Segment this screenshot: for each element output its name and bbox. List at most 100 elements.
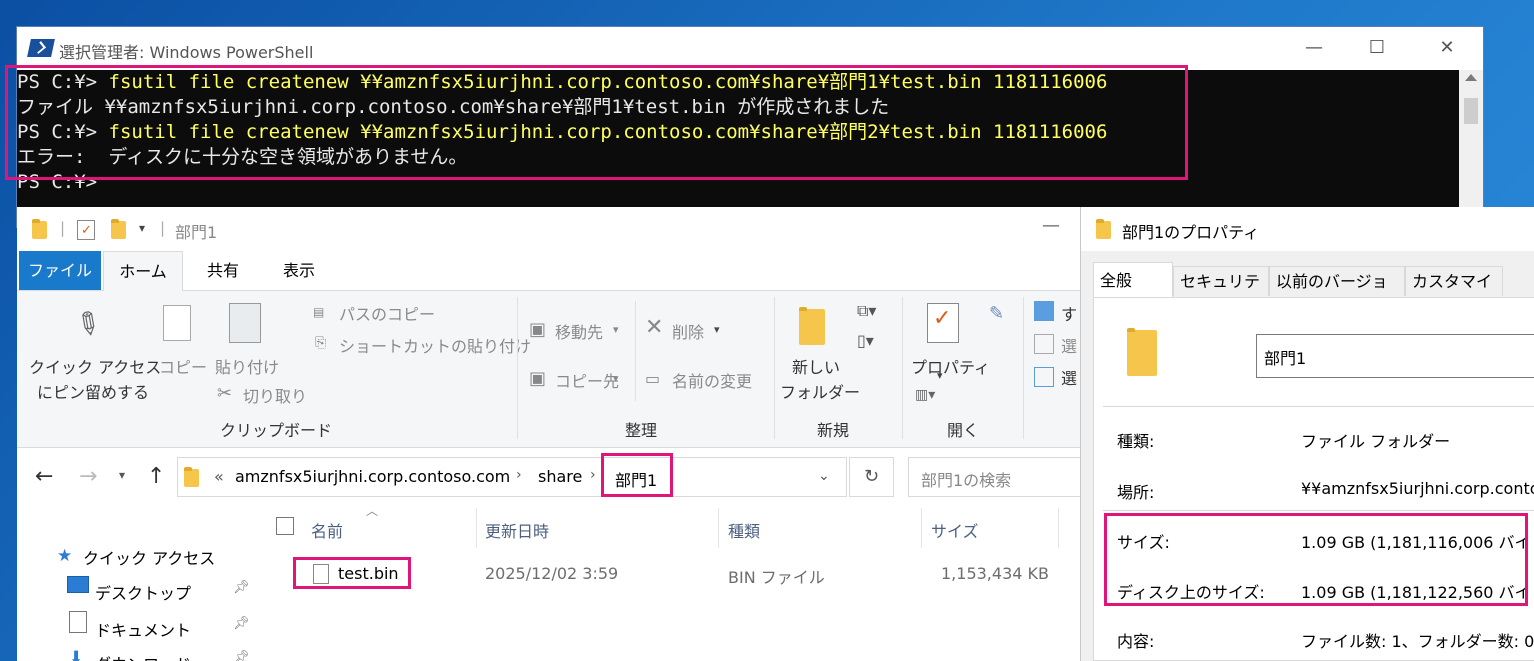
- file-size: 1,153,434 KB: [941, 564, 1049, 583]
- back-arrow-icon[interactable]: ←: [35, 464, 53, 489]
- new-folder-icon[interactable]: [111, 219, 126, 239]
- chevron-down-icon: ▾: [613, 323, 619, 336]
- address-bar[interactable]: « amznfsx5iurjhni.corp.contoso.com › sha…: [177, 457, 847, 497]
- tab-view[interactable]: 表示: [269, 251, 329, 290]
- properties-title: 部門1のプロパティ: [1122, 223, 1260, 242]
- breadcrumb-separator-icon[interactable]: ›: [590, 467, 596, 483]
- properties-dialog[interactable]: 部門1のプロパティ 全般 セキュリティ 以前のバージョン カスタマイズ 部門1 …: [1081, 207, 1534, 661]
- tab-customize[interactable]: カスタマイズ: [1405, 266, 1503, 321]
- cut-button[interactable]: 切り取り: [243, 383, 307, 407]
- folder-name-field[interactable]: 部門1: [1256, 334, 1534, 378]
- delete-button[interactable]: 削除: [672, 319, 704, 343]
- minimize-button[interactable]: —: [1299, 36, 1329, 60]
- search-box[interactable]: 部門1の検索: [908, 457, 1081, 497]
- tab-share[interactable]: 共有: [193, 251, 253, 290]
- maximize-button[interactable]: ☐: [1362, 36, 1392, 60]
- breadcrumb-separator-icon[interactable]: ›: [516, 467, 522, 483]
- invert-selection-button[interactable]: 選: [1061, 365, 1077, 389]
- select-all-icon: [1034, 301, 1054, 321]
- properties-titlebar[interactable]: 部門1のプロパティ: [1081, 207, 1534, 251]
- select-none-button[interactable]: 選: [1061, 333, 1077, 357]
- search-input[interactable]: 部門1の検索: [921, 467, 1011, 491]
- column-header-type[interactable]: 種類: [728, 518, 760, 542]
- column-separator[interactable]: [476, 508, 477, 548]
- refresh-button[interactable]: ↻: [849, 457, 894, 497]
- column-separator[interactable]: [1058, 508, 1059, 548]
- forward-arrow-icon[interactable]: →: [79, 464, 97, 489]
- properties-check-icon[interactable]: ✓: [77, 220, 95, 240]
- column-separator[interactable]: [921, 508, 922, 548]
- divider: [1103, 510, 1534, 511]
- ribbon-tabs[interactable]: ファイル ホーム 共有 表示: [17, 251, 1081, 292]
- column-header-name[interactable]: 名前: [311, 518, 343, 542]
- folder-large-icon: [1127, 328, 1157, 376]
- document-icon: [69, 611, 87, 633]
- quick-access-toolbar[interactable]: | ✓ ▾ | 部門1 —: [17, 207, 1081, 251]
- explorer-window[interactable]: | ✓ ▾ | 部門1 — ファイル ホーム 共有 表示 ✎ クイック アクセス…: [17, 207, 1081, 661]
- copy-path-button[interactable]: パスのコピー: [339, 301, 435, 325]
- address-dropdown-icon[interactable]: ⌄: [818, 468, 830, 484]
- breadcrumb-share[interactable]: share: [538, 467, 582, 486]
- star-icon: ★: [57, 546, 73, 566]
- column-header-modified[interactable]: 更新日時: [485, 518, 549, 542]
- powershell-console[interactable]: PS C:¥> fsutil file createnew ¥¥amznfsx5…: [17, 70, 1483, 227]
- powershell-icon: [27, 39, 55, 57]
- size-on-disk-label: ディスク上のサイズ:: [1117, 583, 1265, 602]
- qat-dropdown-icon[interactable]: ▾: [139, 221, 145, 235]
- chevron-down-icon: ▾: [613, 372, 619, 385]
- contains-value: ファイル数: 1、フォルダー数: 0: [1301, 632, 1534, 651]
- rename-button[interactable]: 名前の変更: [672, 368, 752, 392]
- organize-group-label: 整理: [625, 421, 658, 440]
- tab-security[interactable]: セキュリティ: [1173, 266, 1269, 321]
- overflow-chevron[interactable]: «: [214, 467, 224, 486]
- address-bar-row: ← → ▾ ↑ « amznfsx5iurjhni.corp.contoso.c…: [17, 448, 1081, 508]
- pin-icon: ✎: [67, 302, 108, 347]
- open-icon[interactable]: ▥▾: [915, 387, 935, 403]
- ribbon-home: ✎ クイック アクセス にピン留めする コピー 貼り付け ▤ パスのコピー ⎘ …: [17, 291, 1081, 448]
- copy-icon: [163, 305, 191, 341]
- powershell-title: 選択管理者: Windows PowerShell: [59, 43, 314, 62]
- edit-icon[interactable]: ✎: [989, 303, 1004, 324]
- group-separator: [774, 297, 775, 439]
- breadcrumb-current[interactable]: 部門1: [615, 467, 657, 491]
- breadcrumb-server[interactable]: amznfsx5iurjhni.corp.contoso.com: [235, 467, 510, 486]
- nav-label: ドキュメント: [95, 621, 192, 640]
- folder-name-value: 部門1: [1264, 349, 1307, 368]
- column-header-size[interactable]: サイズ: [931, 518, 979, 542]
- console-command: fsutil file createnew ¥¥amznfsx5iurjhni.…: [108, 71, 1108, 93]
- nav-label: ダウンロード: [95, 651, 191, 661]
- paste-shortcut-button[interactable]: ショートカットの貼り付け: [339, 333, 531, 357]
- contains-label: 内容:: [1117, 632, 1155, 651]
- select-all-checkbox[interactable]: [276, 517, 294, 535]
- select-none-icon: [1034, 334, 1054, 354]
- recent-locations-icon[interactable]: ▾: [119, 468, 125, 482]
- folder-icon: [32, 219, 47, 239]
- tab-general[interactable]: 全般: [1093, 262, 1173, 298]
- tab-home[interactable]: ホーム: [103, 251, 183, 292]
- easy-access-icon[interactable]: ▯▾: [857, 331, 874, 350]
- size-label: サイズ:: [1117, 533, 1170, 552]
- column-separator[interactable]: [718, 508, 719, 548]
- move-to-button[interactable]: 移動先: [555, 319, 603, 343]
- powershell-window[interactable]: 選択管理者: Windows PowerShell — ☐ ✕ PS C:¥> …: [17, 27, 1483, 227]
- divider: [1103, 406, 1534, 407]
- new-item-icon[interactable]: ⧉▾: [857, 301, 876, 321]
- powershell-titlebar[interactable]: 選択管理者: Windows PowerShell — ☐ ✕: [17, 27, 1483, 70]
- up-arrow-icon[interactable]: ↑: [147, 464, 165, 489]
- file-name: test.bin: [338, 564, 399, 583]
- scroll-thumb[interactable]: [1464, 98, 1478, 124]
- copy-to-button[interactable]: コピー先: [555, 368, 619, 392]
- pin-label-1: クイック アクセス: [29, 358, 162, 377]
- console-scrollbar[interactable]: [1459, 70, 1483, 227]
- file-list[interactable]: ︿ 名前 更新日時 種類 サイズ test.bin 2025/12/02 3:5…: [273, 504, 1081, 661]
- copy-label: コピー: [159, 358, 208, 377]
- close-button[interactable]: ✕: [1432, 36, 1462, 60]
- tab-previous-versions[interactable]: 以前のバージョン: [1269, 266, 1405, 321]
- select-all-button[interactable]: す: [1061, 301, 1077, 325]
- chevron-down-icon: ▾: [937, 369, 943, 382]
- tab-file[interactable]: ファイル: [19, 251, 101, 290]
- new-group-label: 新規: [817, 421, 850, 440]
- scroll-up-icon[interactable]: [1465, 74, 1477, 81]
- minimize-button[interactable]: —: [1042, 215, 1060, 236]
- console-line: PS C:¥>: [17, 171, 98, 193]
